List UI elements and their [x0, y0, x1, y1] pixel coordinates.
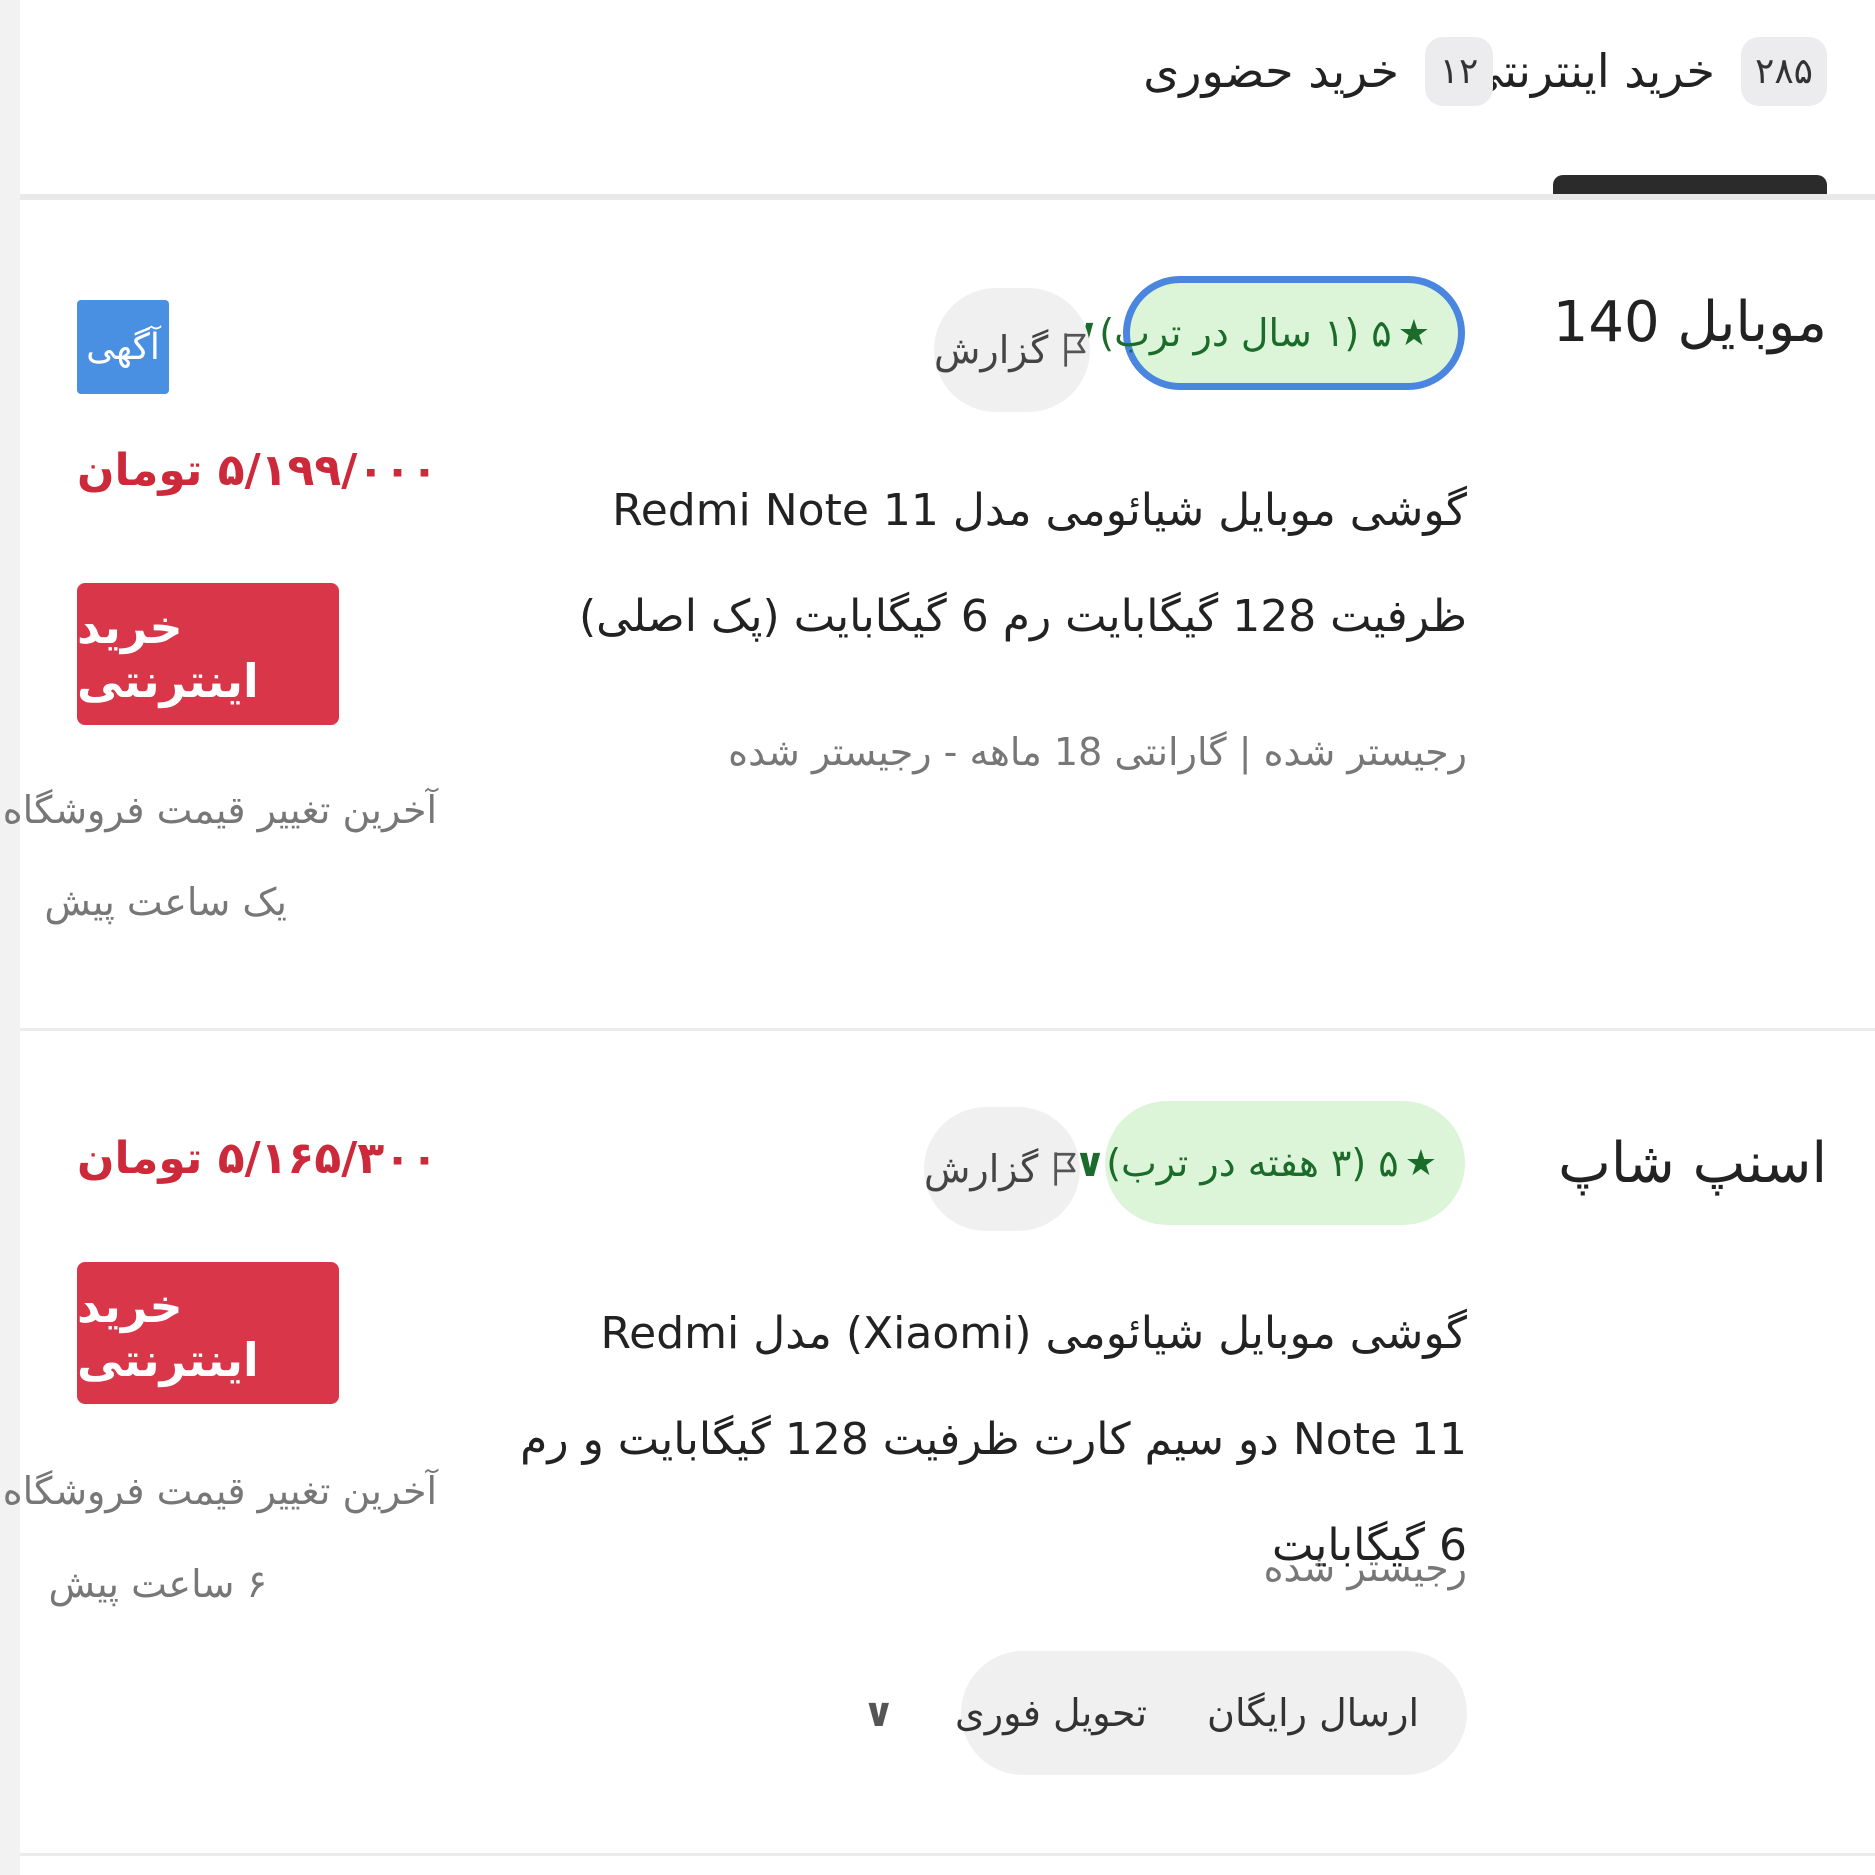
shop-name[interactable]: اسنپ شاپ [1558, 1131, 1827, 1196]
product-warranty-info: رجیستر شده [1263, 1546, 1467, 1590]
shop-rating-button[interactable]: ★ ۵ (۳ هفته در ترب) ∨ [1074, 1101, 1465, 1225]
rating-text: ۵ (۳ هفته در ترب) [1106, 1141, 1399, 1185]
report-label: گزارش [934, 328, 1049, 372]
buy-online-button[interactable]: خرید اینترنتی [77, 583, 339, 725]
star-icon: ★ [1397, 312, 1430, 354]
shop-rating-button[interactable]: ★ ۵ (۱ سال در ترب) ∨ [1067, 276, 1465, 390]
tab-count-badge: ۱۲ [1425, 36, 1493, 106]
tab-bar: خرید اینترنتی ۲۸۵ خرید حضوری ۱۲ [20, 0, 1875, 200]
free-shipping-label: ارسال رایگان [1207, 1691, 1419, 1735]
rating-text: ۵ (۱ سال در ترب) [1099, 311, 1392, 355]
flag-icon [1054, 1152, 1076, 1186]
shop-name[interactable]: موبایل 140 [1553, 290, 1827, 355]
report-button[interactable]: گزارش [934, 288, 1090, 412]
product-warranty-info: رجیستر شده | گارانتی 18 ماهه - رجیستر شد… [728, 730, 1467, 774]
price-change-label: آخرین تغییر قیمت فروشگاه: [0, 788, 437, 832]
tab-in-person-purchase[interactable]: خرید حضوری ۱۲ [1143, 28, 1493, 114]
report-label: گزارش [924, 1147, 1039, 1191]
tab-online-purchase[interactable]: خرید اینترنتی ۲۸۵ [1466, 28, 1827, 114]
price-change-label: آخرین تغییر قیمت فروشگاه: [0, 1469, 437, 1513]
tab-label: خرید اینترنتی [1465, 44, 1715, 98]
offer-card: موبایل 140 ★ ۵ (۱ سال در ترب) ∨ گزارش آگ… [0, 200, 1875, 1031]
price-change-time: ۶ ساعت پیش [48, 1562, 267, 1606]
price-change-time: یک ساعت پیش [44, 880, 287, 924]
instant-delivery-label: تحویل فوری [954, 1691, 1148, 1735]
chevron-down-icon: ∨ [862, 1690, 895, 1736]
offer-card: اسنپ شاپ ★ ۵ (۳ هفته در ترب) ∨ گزارش ۵/۱… [0, 1031, 1875, 1856]
star-icon: ★ [1404, 1142, 1437, 1184]
tab-label: خرید حضوری [1143, 44, 1399, 98]
flag-icon [1064, 333, 1086, 367]
active-tab-indicator [1553, 175, 1827, 194]
buy-online-button[interactable]: خرید اینترنتی [77, 1262, 339, 1404]
product-title[interactable]: گوشی موبایل شیائومی مدل Redmi Note 11 ظر… [487, 458, 1467, 670]
tab-count-badge: ۲۸۵ [1740, 36, 1827, 106]
delivery-options-button[interactable]: ارسال رایگان تحویل فوری ∨ [862, 1651, 1467, 1775]
offers-page: خرید اینترنتی ۲۸۵ خرید حضوری ۱۲ موبایل 1… [0, 0, 1875, 1875]
offer-price: ۵/۱۹۹/۰۰۰ تومان [77, 445, 438, 496]
ad-badge: آگهی [77, 300, 169, 394]
offer-price: ۵/۱۶۵/۳۰۰ تومان [77, 1133, 438, 1184]
report-button[interactable]: گزارش [924, 1107, 1080, 1231]
